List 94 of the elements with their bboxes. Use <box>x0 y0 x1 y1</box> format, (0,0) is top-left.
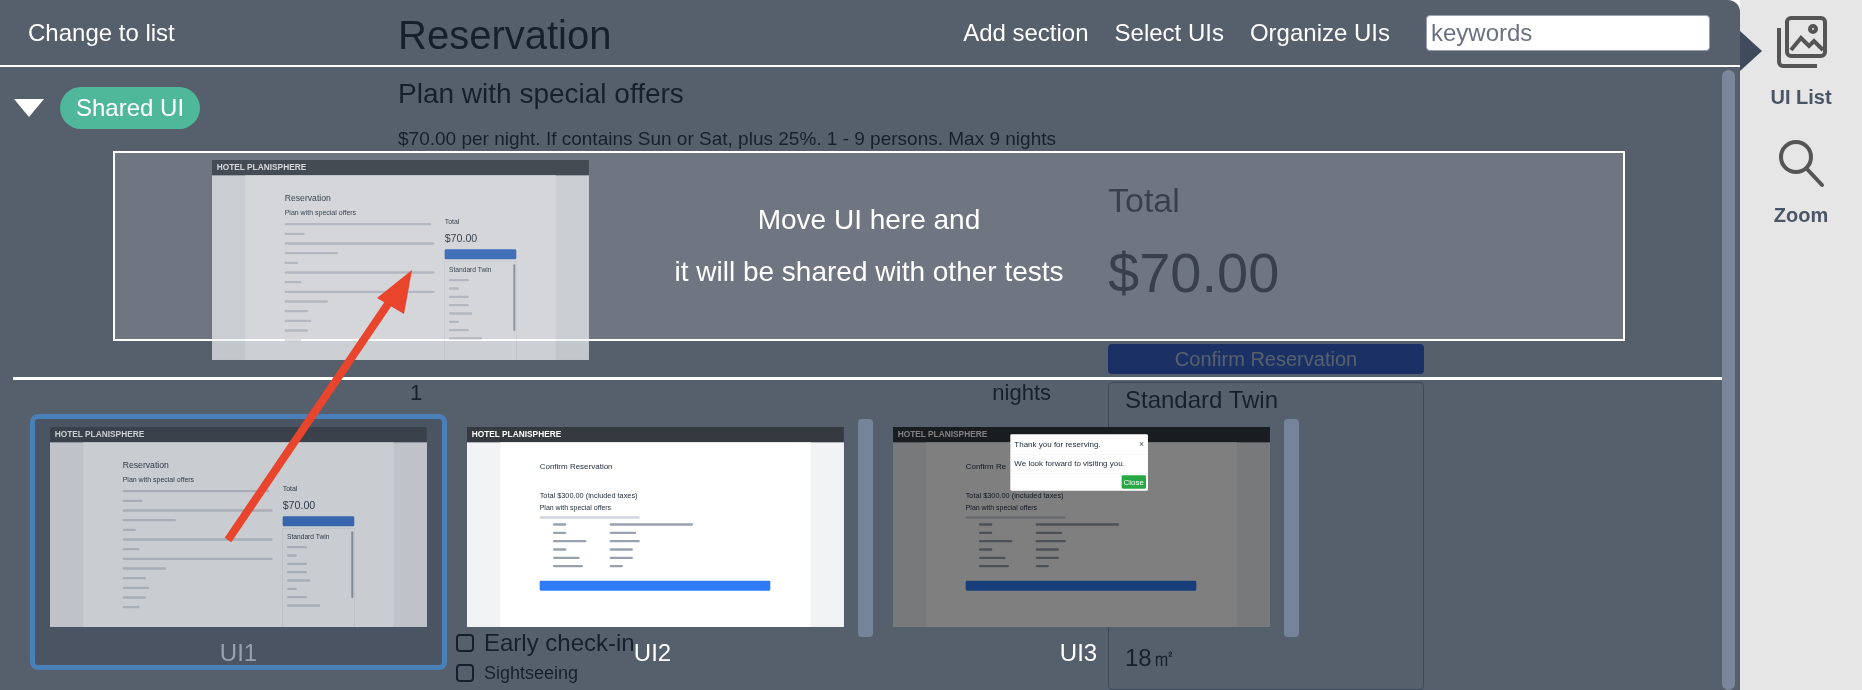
text-line <box>1035 539 1066 543</box>
site-header: HOTEL PLANISPHERE <box>212 160 589 176</box>
text-line <box>979 564 1009 568</box>
text-line <box>449 303 469 307</box>
checkbox-label: Early check-in <box>484 630 635 656</box>
toolbar-button[interactable]: Organize UIs <box>1249 14 1390 51</box>
plan-description: $70.00 per night. If contains Sun or Sat, plus 25%. 1 - 9 persons. Max 9 nights <box>398 128 1056 150</box>
text-line <box>449 337 483 340</box>
text-line <box>449 287 459 290</box>
text-line <box>553 531 567 534</box>
text-line <box>979 523 993 526</box>
text-line <box>1035 556 1059 559</box>
search-icon <box>1777 138 1825 188</box>
text-line <box>122 499 143 502</box>
text-line <box>122 596 146 599</box>
section-tag: Shared UI <box>60 87 201 129</box>
text-line <box>287 604 321 607</box>
text-line <box>284 261 298 264</box>
scrollbar-thumb <box>351 531 354 598</box>
text-line <box>979 539 1013 543</box>
ui-label: UI2 <box>633 638 672 668</box>
text-line <box>287 570 307 574</box>
site-header: HOTEL PLANISPHERE <box>50 427 427 443</box>
text-line <box>287 545 307 549</box>
text-line <box>122 605 140 609</box>
text-line <box>609 556 633 559</box>
change-view-button[interactable]: Change to list <box>28 14 175 51</box>
text-line <box>122 528 136 531</box>
text-line <box>449 320 459 323</box>
text-line <box>609 539 640 543</box>
text-line <box>284 319 312 322</box>
text-line <box>553 564 583 568</box>
room-area: 18㎡ <box>1125 645 1176 671</box>
text-line <box>287 595 307 599</box>
page-title: Reservation <box>284 192 331 205</box>
drag-handle[interactable] <box>1284 419 1299 637</box>
text-line <box>122 567 166 570</box>
total-amount: $70.00 <box>282 497 316 513</box>
text-line <box>287 562 307 565</box>
page-title: Reservation <box>398 12 612 59</box>
text-line <box>284 338 302 342</box>
text-line <box>287 579 311 582</box>
text-line <box>122 576 146 580</box>
ui-label: UI1 <box>219 638 258 668</box>
text-line <box>122 547 140 551</box>
text-line <box>284 232 305 235</box>
text-line <box>609 548 633 551</box>
text-line <box>609 564 623 568</box>
text-line <box>979 556 1006 559</box>
site-header: HOTEL PLANISPHERE <box>467 427 844 443</box>
text-line <box>553 548 567 551</box>
text-line <box>609 531 637 534</box>
text-line <box>284 300 328 303</box>
triangle-icon[interactable] <box>14 99 44 117</box>
pointer-tip <box>1740 31 1762 71</box>
text-line <box>553 556 580 559</box>
text-line <box>553 539 587 543</box>
scrollbar-thumb <box>513 264 516 331</box>
text-line <box>449 328 469 332</box>
ui-label: UI3 <box>1059 638 1098 668</box>
unit-label: nights <box>992 380 1051 406</box>
page-title: Confirm Reservation <box>539 461 613 473</box>
text-line <box>284 280 302 284</box>
text-line <box>122 518 176 522</box>
text-line <box>979 548 993 551</box>
text-line <box>287 587 297 590</box>
text-line <box>449 312 473 315</box>
drop-zone-text: it will be shared with other tests <box>674 255 1064 289</box>
field-value: 1 <box>410 380 423 406</box>
text-line <box>449 278 469 282</box>
checkbox-label: Sightseeing <box>484 664 579 682</box>
text-line <box>449 295 469 298</box>
page-title: Confirm Re <box>965 461 1007 473</box>
text-line <box>122 586 150 589</box>
room-name: Standard Twin <box>1125 387 1278 413</box>
drag-handle[interactable] <box>858 419 873 637</box>
zoom-button[interactable]: Zoom <box>1773 138 1829 230</box>
total-amount: $70.00 <box>444 230 478 246</box>
search-field[interactable]: keywords <box>1426 14 1710 51</box>
toolbar-button[interactable]: Add section <box>963 14 1089 51</box>
plan-title: Plan with special offers <box>398 77 684 111</box>
text-line <box>284 251 338 255</box>
ui-list-button[interactable]: UI List <box>1770 14 1832 112</box>
page-title: Reservation <box>122 459 169 472</box>
toolbar-button[interactable]: Select UIs <box>1114 14 1224 51</box>
text-line <box>979 531 993 534</box>
text-line <box>284 329 308 332</box>
text-line <box>287 554 297 557</box>
text-line <box>284 309 308 313</box>
text-line <box>1035 564 1049 568</box>
text-line <box>1035 548 1059 551</box>
text-line <box>1035 531 1063 534</box>
text-line <box>553 523 567 526</box>
drop-zone-text: Move UI here and <box>757 203 981 237</box>
